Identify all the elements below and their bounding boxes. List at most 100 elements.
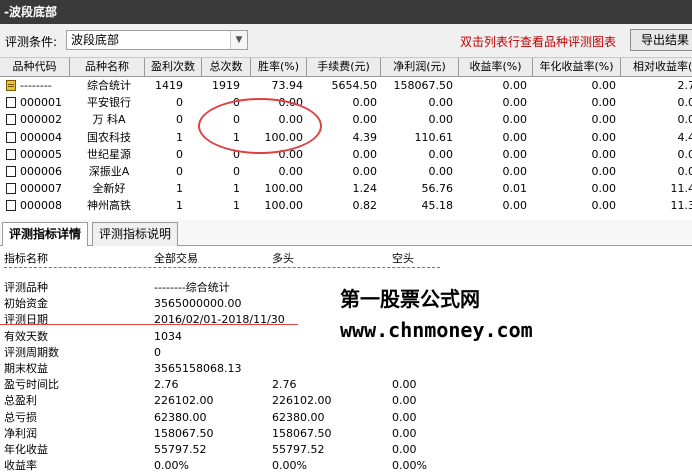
detail-header-all: 全部交易 [154, 252, 198, 265]
cell-total: 1919 [212, 79, 240, 92]
cell-winrate: 73.94 [271, 79, 304, 92]
detail-long: 55797.52 [272, 443, 325, 456]
detail-name: 净利润 [4, 426, 37, 440]
document-icon [6, 200, 16, 212]
col-header-fee[interactable]: 手续费(元) [307, 58, 381, 76]
col-header-total[interactable]: 总次数 [202, 58, 251, 76]
list-item: 盈亏时间比 2.76 2.76 0.00 [0, 377, 692, 393]
cell-profit: 56.76 [421, 182, 454, 196]
window-title: -波段底部 [0, 0, 692, 24]
cell-ret: 0.00 [502, 96, 528, 110]
cell-name: 全新好 [92, 182, 126, 196]
detail-all: 0 [154, 345, 161, 359]
document-icon [6, 97, 16, 109]
detail-all: 3565158068.13 [154, 362, 242, 375]
detail-divider [4, 267, 440, 268]
detail-header-long: 多头 [272, 252, 294, 265]
cell-ret: 0.01 [502, 182, 528, 196]
cell-wins: 0 [176, 165, 183, 178]
col-header-name[interactable]: 品种名称 [70, 58, 145, 76]
cell-relative: 2.7 [677, 79, 692, 92]
cell-name: 国农科技 [87, 130, 131, 144]
table-row[interactable]: 000004 国农科技 1 1 100.00 4.39 110.61 0.00 0.00 4.4 [0, 129, 692, 146]
result-grid: 品种代码 品种名称 盈利次数 总次数 胜率(%) 手续费(元) 净利润(元) 收… [0, 58, 692, 216]
detail-name: 期末权益 [4, 362, 48, 375]
col-header-code[interactable]: 品种代码 [0, 58, 70, 76]
cell-ret: 0.00 [502, 199, 528, 213]
table-row[interactable]: 000007 全新好 1 1 100.00 1.24 56.76 0.01 0.00 11.4 [0, 180, 692, 197]
condition-label: 评测条件: [5, 35, 58, 49]
detail-tabbar: 评测指标详情 评测指标说明 [0, 220, 692, 247]
cell-annual: 0.00 [591, 147, 617, 161]
date-underline [0, 324, 298, 325]
cell-total: 1 [233, 199, 240, 213]
col-header-relative[interactable]: 相对收益率(%) [621, 58, 692, 76]
cell-winrate: 0.00 [278, 165, 304, 178]
cell-annual: 0.00 [591, 79, 617, 92]
detail-name: 评测周期数 [4, 345, 59, 359]
detail-short: 0.00 [392, 378, 417, 392]
cell-profit: 0.00 [428, 147, 454, 161]
col-header-winrate[interactable]: 胜率(%) [251, 58, 307, 76]
detail-all: --------综合统计 [154, 281, 230, 294]
table-row[interactable]: 000005 世纪星源 0 0 0.00 0.00 0.00 0.00 0.00 0.0 [0, 146, 692, 163]
cell-name: 深振业A [88, 165, 130, 178]
cell-wins: 1 [176, 199, 183, 213]
cell-profit: 0.00 [428, 113, 454, 127]
table-row[interactable]: 000002 万 科A 0 0 0.00 0.00 0.00 0.00 0.00 0.0 [0, 111, 692, 128]
cell-fee: 4.39 [352, 130, 378, 144]
detail-short: 0.00 [392, 443, 417, 456]
cell-winrate: 100.00 [264, 130, 304, 144]
col-header-profit[interactable]: 净利润(元) [381, 58, 459, 76]
detail-name: 有效天数 [4, 329, 48, 343]
detail-all: 62380.00 [154, 410, 207, 424]
tab-description[interactable]: 评测指标说明 [92, 222, 179, 246]
cell-code: 000008 [20, 199, 62, 213]
document-icon [6, 148, 16, 160]
table-row[interactable]: 000008 神州高铁 1 1 100.00 0.82 45.18 0.00 0.00 11.3 [0, 197, 692, 214]
list-item: 评测周期数 0 [0, 345, 692, 361]
detail-name: 初始资金 [4, 297, 48, 311]
document-icon [6, 183, 16, 195]
tab-detail[interactable]: 评测指标详情 [2, 222, 89, 247]
cell-winrate: 0.00 [278, 147, 304, 161]
detail-all: 3565000000.00 [154, 297, 242, 311]
col-header-return[interactable]: 收益率(%) [459, 58, 533, 76]
cell-fee: 5654.50 [331, 79, 378, 92]
cell-name: 神州高铁 [87, 199, 131, 213]
detail-long: 2.76 [272, 378, 297, 392]
cell-winrate: 0.00 [278, 113, 304, 127]
cell-profit: 45.18 [421, 199, 454, 213]
cell-fee: 1.24 [352, 182, 378, 196]
chevron-down-icon[interactable]: ▼ [230, 31, 247, 49]
cell-relative: 0.0 [677, 96, 692, 110]
detail-long: 226102.00 [272, 394, 332, 408]
detail-short: 0.00 [392, 394, 417, 408]
cell-profit: 110.61 [414, 130, 454, 144]
cell-ret: 0.00 [502, 130, 528, 144]
double-click-hint: 双击列表行查看品种评测图表 [460, 35, 617, 49]
table-row[interactable]: 000001 平安银行 0 0 0.00 0.00 0.00 0.00 0.00 0.0 [0, 94, 692, 111]
cell-ret: 0.00 [502, 113, 528, 127]
detail-header-short: 空头 [392, 252, 414, 265]
export-button[interactable]: 导出结果 [630, 29, 692, 51]
list-item: 净利润 158067.50 158067.50 0.00 [0, 426, 692, 442]
cell-wins: 0 [176, 96, 183, 110]
detail-name: 总亏损 [4, 410, 37, 424]
condition-select[interactable]: 波段底部 ▼ [66, 30, 248, 50]
cell-name: 综合统计 [87, 79, 131, 92]
col-header-wins[interactable]: 盈利次数 [145, 58, 202, 76]
table-row[interactable]: -------- 综合统计 1419 1919 73.94 5654.50 158067.5… [0, 77, 692, 94]
col-header-annual[interactable]: 年化收益率(%) [533, 58, 621, 76]
cell-code: 000005 [20, 147, 62, 161]
condition-select-value: 波段底部 [71, 33, 120, 47]
cell-annual: 0.00 [591, 130, 617, 144]
cell-relative: 4.4 [677, 130, 692, 144]
list-item: 年化收益 55797.52 55797.52 0.00 [0, 442, 692, 458]
table-row[interactable]: 000006 深振业A 0 0 0.00 0.00 0.00 0.00 0.00 0.0 [0, 163, 692, 180]
cell-profit: 158067.50 [393, 79, 454, 92]
detail-name: 收益率 [4, 459, 37, 473]
cell-annual: 0.00 [591, 199, 617, 213]
document-icon [6, 114, 16, 126]
cell-wins: 1 [176, 182, 183, 196]
